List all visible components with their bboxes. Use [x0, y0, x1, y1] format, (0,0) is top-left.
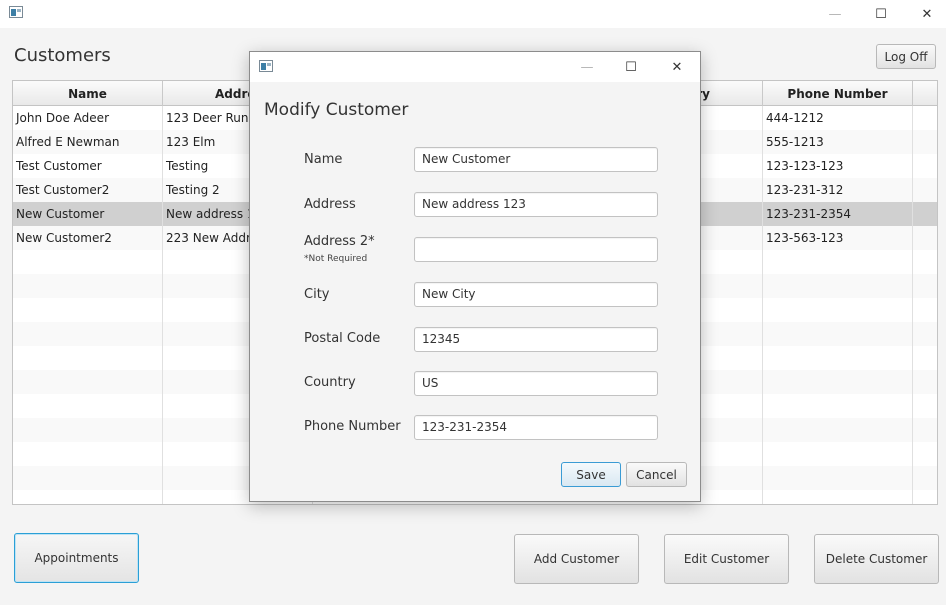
- cell-phone: 444-1212: [763, 106, 913, 130]
- close-button[interactable]: ✕: [904, 0, 946, 28]
- name-label: Name: [304, 152, 343, 167]
- cell-name: New Customer2: [13, 226, 163, 250]
- cell-filler: [913, 442, 937, 466]
- cell-name: Test Customer2: [13, 178, 163, 202]
- cell-filler: [913, 418, 937, 442]
- address2-label: Address 2*: [304, 234, 375, 249]
- cell-filler: [913, 226, 937, 250]
- cell-name: [13, 442, 163, 466]
- dialog-maximize-button[interactable]: ☐: [608, 53, 654, 81]
- cell-name: [13, 322, 163, 346]
- cell-phone: [763, 394, 913, 418]
- country-input[interactable]: US: [414, 371, 658, 396]
- add-customer-button[interactable]: Add Customer: [514, 534, 639, 584]
- phone-number-label: Phone Number: [304, 419, 401, 434]
- cell-filler: [913, 274, 937, 298]
- cell-filler: [913, 250, 937, 274]
- address-label: Address: [304, 197, 356, 212]
- cell-name: Alfred E Newman: [13, 130, 163, 154]
- cell-phone: 555-1213: [763, 130, 913, 154]
- cell-phone: [763, 274, 913, 298]
- cell-phone: [763, 466, 913, 490]
- cell-name: John Doe Adeer: [13, 106, 163, 130]
- cell-phone: [763, 250, 913, 274]
- cell-phone: 123-231-2354: [763, 202, 913, 226]
- cell-name: [13, 466, 163, 490]
- app-icon: [9, 6, 23, 18]
- cell-filler: [913, 202, 937, 226]
- cell-filler: [913, 106, 937, 130]
- address2-hint: *Not Required: [304, 254, 368, 264]
- cell-filler: [913, 466, 937, 490]
- cell-filler: [913, 154, 937, 178]
- name-input[interactable]: New Customer: [414, 147, 658, 172]
- cell-name: Test Customer: [13, 154, 163, 178]
- cell-filler: [913, 322, 937, 346]
- cell-phone: 123-231-312: [763, 178, 913, 202]
- cell-name: [13, 250, 163, 274]
- cell-filler: [913, 346, 937, 370]
- cell-filler: [913, 490, 937, 504]
- cell-filler: [913, 178, 937, 202]
- save-button[interactable]: Save: [561, 462, 621, 487]
- column-header-filler: [913, 81, 937, 106]
- log-off-button[interactable]: Log Off: [876, 44, 936, 69]
- cell-phone: 123-563-123: [763, 226, 913, 250]
- dialog-app-icon: [259, 60, 273, 72]
- postal-code-label: Postal Code: [304, 331, 381, 346]
- cell-phone: [763, 490, 913, 504]
- cell-phone: [763, 418, 913, 442]
- appointments-button[interactable]: Appointments: [14, 533, 139, 583]
- maximize-button[interactable]: ☐: [858, 0, 904, 28]
- cell-phone: 123-123-123: [763, 154, 913, 178]
- cell-filler: [913, 298, 937, 322]
- city-input[interactable]: New City: [414, 282, 658, 307]
- cell-name: [13, 394, 163, 418]
- cell-name: [13, 490, 163, 504]
- address-input[interactable]: New address 123: [414, 192, 658, 217]
- cell-phone: [763, 442, 913, 466]
- column-header-phone[interactable]: Phone Number: [763, 81, 913, 106]
- page-title: Customers: [14, 45, 111, 66]
- address2-input[interactable]: [414, 237, 658, 262]
- cell-name: [13, 346, 163, 370]
- cell-name: [13, 274, 163, 298]
- cell-filler: [913, 370, 937, 394]
- cell-name: [13, 370, 163, 394]
- cancel-button[interactable]: Cancel: [626, 462, 687, 487]
- cell-name: New Customer: [13, 202, 163, 226]
- phone-number-input[interactable]: 123-231-2354: [414, 415, 658, 440]
- cell-phone: [763, 346, 913, 370]
- minimize-button[interactable]: —: [812, 0, 858, 28]
- cell-filler: [913, 130, 937, 154]
- column-header-name[interactable]: Name: [13, 81, 163, 106]
- cell-phone: [763, 322, 913, 346]
- cell-phone: [763, 370, 913, 394]
- modify-customer-dialog: — ☐ ✕ Modify Customer Name New Customer …: [249, 51, 701, 502]
- country-label: Country: [304, 375, 356, 390]
- cell-name: [13, 418, 163, 442]
- cell-phone: [763, 298, 913, 322]
- edit-customer-button[interactable]: Edit Customer: [664, 534, 789, 584]
- dialog-close-button[interactable]: ✕: [654, 53, 700, 81]
- dialog-title: Modify Customer: [264, 100, 409, 120]
- dialog-titlebar: — ☐ ✕: [250, 52, 700, 82]
- delete-customer-button[interactable]: Delete Customer: [814, 534, 939, 584]
- dialog-minimize-button[interactable]: —: [564, 53, 610, 81]
- cell-name: [13, 298, 163, 322]
- city-label: City: [304, 287, 330, 302]
- postal-code-input[interactable]: 12345: [414, 327, 658, 352]
- main-titlebar: — ☐ ✕: [0, 0, 946, 28]
- cell-filler: [913, 394, 937, 418]
